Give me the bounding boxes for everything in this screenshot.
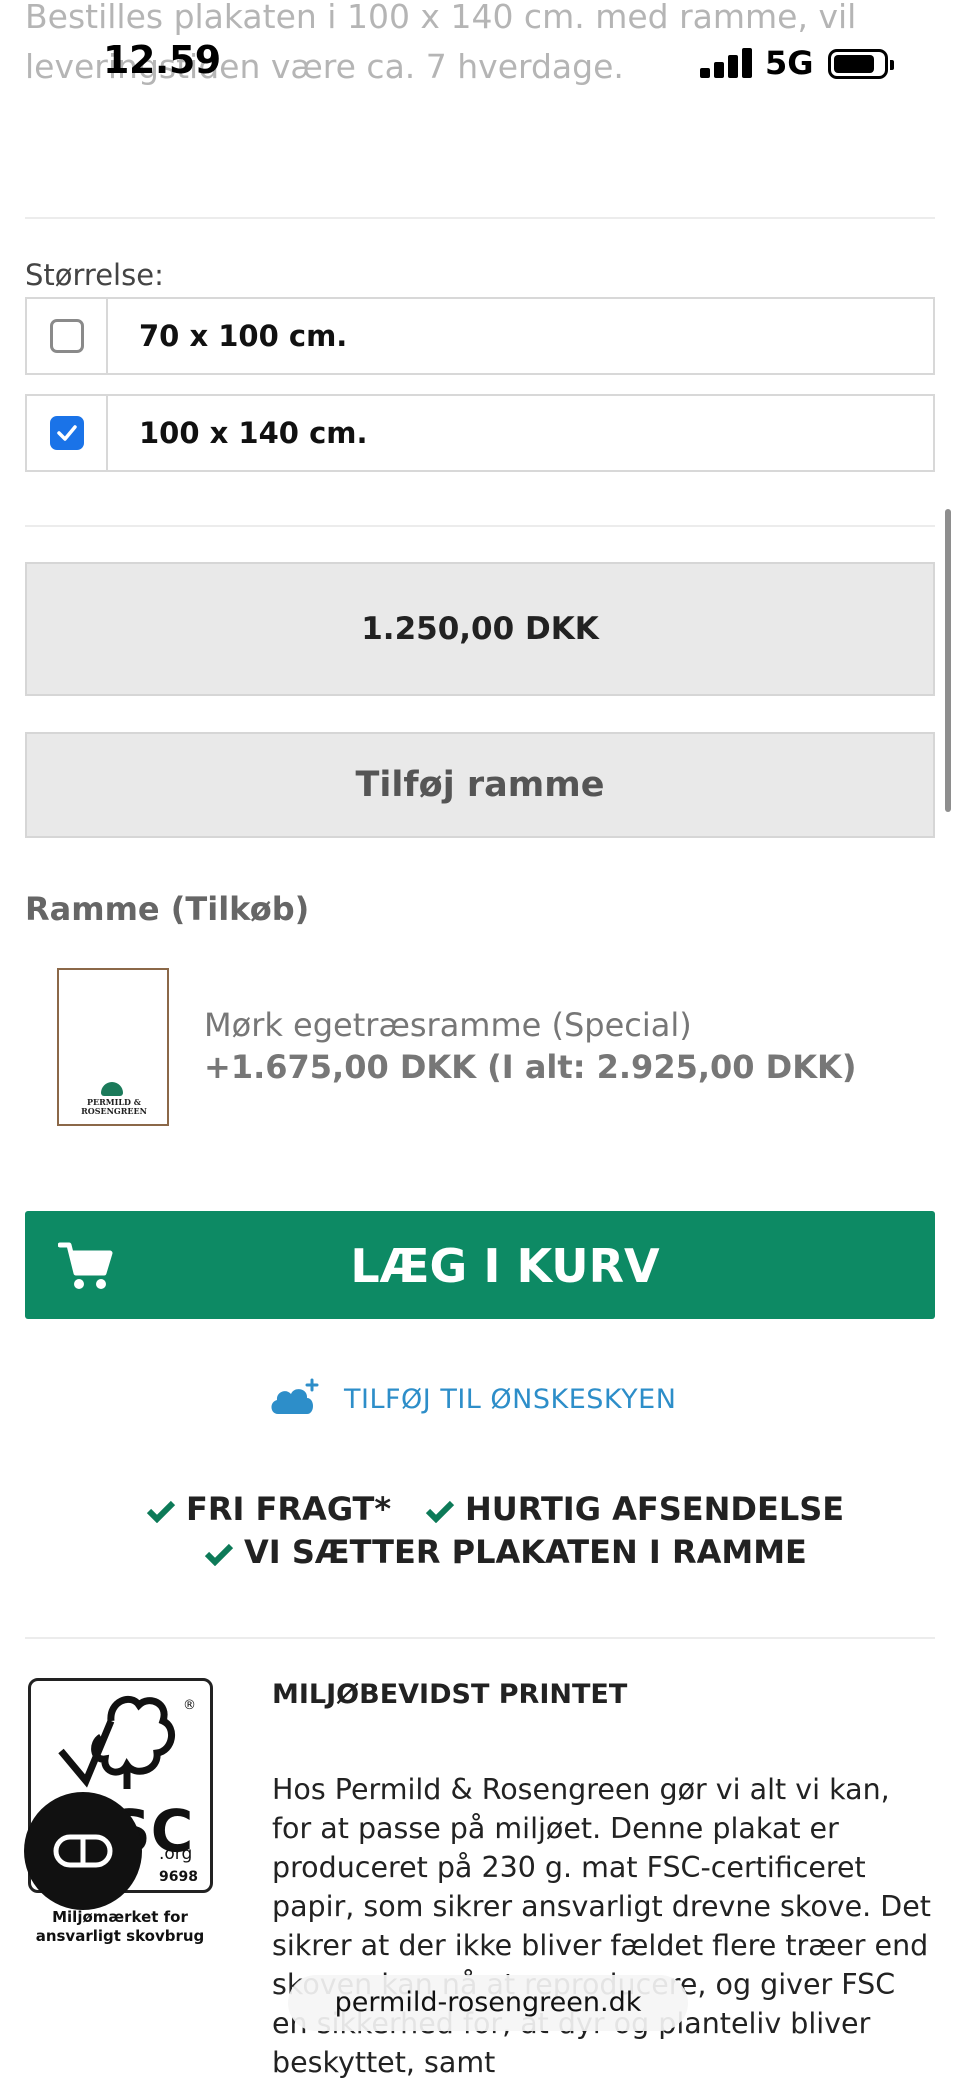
add-frame-button[interactable]: Tilføj ramme <box>25 732 935 838</box>
size-option-label: 100 x 140 cm. <box>139 416 368 450</box>
checkbox-checked-icon[interactable] <box>50 416 84 450</box>
usp-free-shipping: FRI FRAGT* <box>146 1490 391 1528</box>
cart-button-label: LÆG I KURV <box>350 1239 660 1293</box>
svg-text:®: ® <box>183 1698 196 1713</box>
usp-fast-dispatch: HURTIG AFSENDELSE <box>425 1490 844 1528</box>
status-bar: 12.59 5G <box>0 0 960 130</box>
cloud-plus-icon <box>271 1378 319 1414</box>
svg-text:9698: 9698 <box>159 1869 198 1885</box>
usp-label: FRI FRAGT* <box>186 1490 392 1528</box>
price-display: 1.250,00 DKK <box>25 562 935 696</box>
eco-title: MILJØBEVIDST PRINTET <box>272 1679 628 1710</box>
add-to-cart-button[interactable]: LÆG I KURV <box>25 1211 935 1319</box>
check-icon <box>425 1500 455 1523</box>
chat-icon <box>53 1834 113 1868</box>
status-time: 12.59 <box>103 38 221 82</box>
frame-name: Mørk egetræsramme (Special) <box>204 1006 692 1044</box>
frame-price: +1.675,00 DKK (I alt: 2.925,00 DKK) <box>204 1048 857 1086</box>
divider <box>25 1637 935 1639</box>
size-label: Størrelse: <box>25 258 164 292</box>
signal-icon <box>700 48 752 78</box>
size-option-100x140[interactable]: 100 x 140 cm. <box>25 394 935 472</box>
check-icon <box>146 1500 176 1523</box>
usp-label: HURTIG AFSENDELSE <box>465 1490 845 1528</box>
chat-button[interactable] <box>24 1792 142 1910</box>
scrollbar[interactable] <box>945 509 951 812</box>
browser-url-bar[interactable]: permild-rosengreen.dk <box>288 1975 688 2031</box>
battery-icon <box>828 49 894 79</box>
wishlist-label: TILFØJ TIL ØNSKESKYEN <box>344 1384 677 1415</box>
brand-logo-icon <box>101 1082 123 1096</box>
usp-framing: VI SÆTTER PLAKATEN I RAMME <box>204 1533 807 1571</box>
frame-section-title: Ramme (Tilkøb) <box>25 890 310 928</box>
divider <box>25 525 935 527</box>
fsc-caption: Miljømærket for ansvarligt skovbrug <box>35 1908 205 1945</box>
divider <box>25 217 935 219</box>
usp-label: VI SÆTTER PLAKATEN I RAMME <box>244 1533 807 1571</box>
size-option-70x100[interactable]: 70 x 100 cm. <box>25 297 935 375</box>
check-icon <box>204 1543 234 1566</box>
size-option-label: 70 x 100 cm. <box>139 319 348 353</box>
thumb-logo-text: PERMILD & ROSENGREEN <box>81 1097 147 1116</box>
checkbox-unchecked-icon[interactable] <box>50 319 84 353</box>
network-label: 5G <box>765 44 814 82</box>
eco-description: Hos Permild & Rosengreen gør vi alt vi k… <box>272 1773 931 2078</box>
svg-text:.org: .org <box>159 1844 192 1864</box>
frame-thumbnail[interactable]: PERMILD & ROSENGREEN <box>57 968 169 1126</box>
